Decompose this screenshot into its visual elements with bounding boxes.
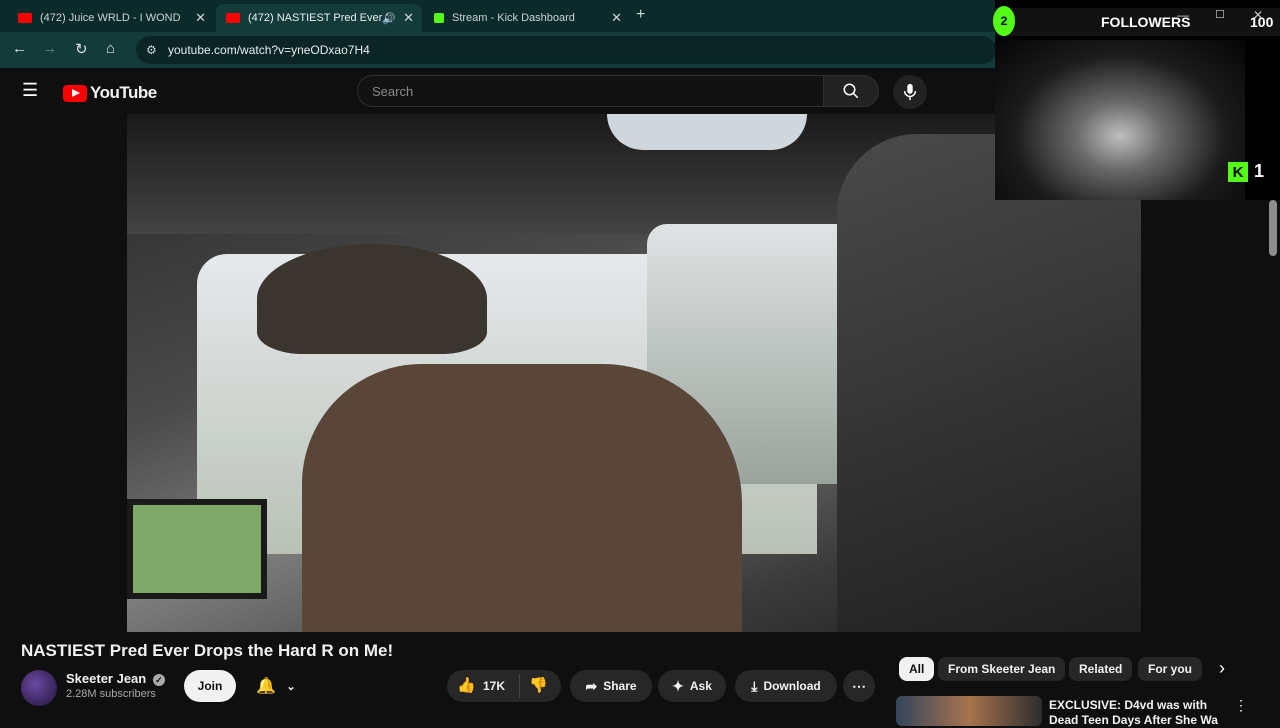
video-title: NASTIEST Pred Ever Drops the Hard R on M… xyxy=(21,641,394,660)
chip-related[interactable]: Related xyxy=(1069,657,1133,681)
webcam-feed xyxy=(995,40,1245,200)
channel-name-text: Skeeter Jean xyxy=(66,671,147,686)
channel-avatar[interactable] xyxy=(21,670,57,706)
youtube-play-icon xyxy=(63,84,87,102)
voice-search-button[interactable] xyxy=(893,75,927,109)
like-dislike-group: 👍 17K 👎 xyxy=(447,670,561,702)
share-label: Share xyxy=(603,679,637,693)
chevron-right-icon[interactable]: › xyxy=(1219,658,1225,679)
bell-icon: 🔔 xyxy=(256,678,277,695)
page-scrollbar[interactable] xyxy=(1269,200,1277,256)
browser-tab[interactable]: (472) Juice WRLD - I WONDER ✕ xyxy=(8,4,214,32)
search-placeholder: Search xyxy=(372,83,414,99)
forward-icon[interactable]: → xyxy=(42,40,57,57)
menu-icon[interactable]: ☰ xyxy=(22,80,38,101)
search-icon xyxy=(843,83,859,99)
ask-label: Ask xyxy=(689,679,712,693)
search-button[interactable] xyxy=(823,75,879,107)
ask-button[interactable]: ✦ Ask xyxy=(658,670,726,702)
subscriber-count: 2.28M subscribers xyxy=(66,688,156,700)
speaker-icon[interactable]: 🔊 xyxy=(382,12,396,25)
youtube-icon xyxy=(18,13,32,23)
like-count: 17K xyxy=(483,679,506,693)
kick-icon xyxy=(434,13,444,23)
tab-title: (472) NASTIEST Pred Ever D xyxy=(248,12,388,24)
chip-label: From Skeeter Jean xyxy=(948,662,1056,676)
chip-from-channel[interactable]: From Skeeter Jean xyxy=(938,657,1066,681)
more-icon: ⋯ xyxy=(852,677,866,694)
kick-viewer-count: 1 xyxy=(1254,161,1265,181)
car-display xyxy=(127,499,267,599)
chip-label: For you xyxy=(1148,662,1192,676)
divider xyxy=(519,674,520,698)
address-bar[interactable]: ⚙ youtube.com/watch?v=yneODxao7H4 xyxy=(136,36,996,64)
tab-title: (472) Juice WRLD - I WONDER xyxy=(40,12,180,24)
video-player[interactable] xyxy=(127,114,1141,632)
cowboy-hat xyxy=(257,244,487,354)
download-button[interactable]: ⤓ Download xyxy=(735,670,837,702)
stream-overlay: 2 FOLLOWERS 100 — ☐ ✕ K 1 xyxy=(993,0,1280,200)
home-icon[interactable]: ⌂ xyxy=(106,40,115,57)
chip-label: Related xyxy=(1079,662,1123,676)
sparkle-icon: ✦ xyxy=(672,677,684,694)
share-icon: ➦ xyxy=(585,677,598,694)
close-icon[interactable]: ✕ xyxy=(1253,8,1263,22)
share-button[interactable]: ➦ Share xyxy=(570,670,652,702)
close-icon[interactable]: ✕ xyxy=(611,10,622,26)
followers-current: 2 xyxy=(993,6,1015,36)
download-label: Download xyxy=(763,679,821,693)
channel-name[interactable]: Skeeter Jean ✓ xyxy=(66,671,165,686)
related-video-title[interactable]: EXCLUSIVE: D4vd was with Dead Teen Days … xyxy=(1049,698,1229,728)
close-icon[interactable]: ✕ xyxy=(403,10,414,26)
reload-icon[interactable]: ↻ xyxy=(75,40,88,58)
url-text: youtube.com/watch?v=yneODxao7H4 xyxy=(168,43,370,57)
youtube-icon xyxy=(226,13,240,23)
sunroof xyxy=(607,114,807,150)
browser-tab[interactable]: Stream - Kick Dashboard ✕ xyxy=(424,4,630,32)
site-info-icon[interactable]: ⚙ xyxy=(146,43,157,57)
browser-tab-active[interactable]: (472) NASTIEST Pred Ever D 🔊 ✕ xyxy=(216,4,422,32)
download-icon: ⤓ xyxy=(751,677,758,694)
search-input[interactable]: Search xyxy=(357,75,824,107)
chip-for-you[interactable]: For you xyxy=(1138,657,1202,681)
join-label: Join xyxy=(197,679,223,693)
more-actions-button[interactable]: ⋯ xyxy=(843,670,875,702)
chevron-down-icon: ⌄ xyxy=(286,680,296,693)
dislike-icon[interactable]: 👎 xyxy=(529,676,548,694)
tab-title: Stream - Kick Dashboard xyxy=(452,12,575,24)
logo-text: YouTube xyxy=(90,83,157,102)
minimize-icon[interactable]: — xyxy=(1177,8,1189,22)
kick-icon: K xyxy=(1228,162,1248,182)
youtube-logo[interactable]: YouTube xyxy=(63,83,157,103)
maximize-icon[interactable]: ☐ xyxy=(1215,8,1225,21)
notification-button[interactable]: 🔔 ⌄ xyxy=(244,670,308,702)
microphone-icon xyxy=(903,83,917,101)
more-vert-icon[interactable]: ⋮ xyxy=(1234,697,1248,714)
like-icon[interactable]: 👍 xyxy=(457,676,476,694)
chip-label: All xyxy=(909,662,925,676)
related-video-thumbnail[interactable] xyxy=(896,696,1042,726)
chip-all[interactable]: All xyxy=(899,657,935,681)
back-icon[interactable]: ← xyxy=(12,40,27,57)
followers-bar: 2 FOLLOWERS 100 — ☐ ✕ xyxy=(993,6,1280,36)
car-seat xyxy=(837,134,1141,632)
person-shirt xyxy=(302,364,742,632)
join-button[interactable]: Join xyxy=(184,670,236,702)
new-tab-button[interactable]: + xyxy=(636,6,645,24)
verified-icon: ✓ xyxy=(152,674,165,686)
close-icon[interactable]: ✕ xyxy=(195,10,206,26)
